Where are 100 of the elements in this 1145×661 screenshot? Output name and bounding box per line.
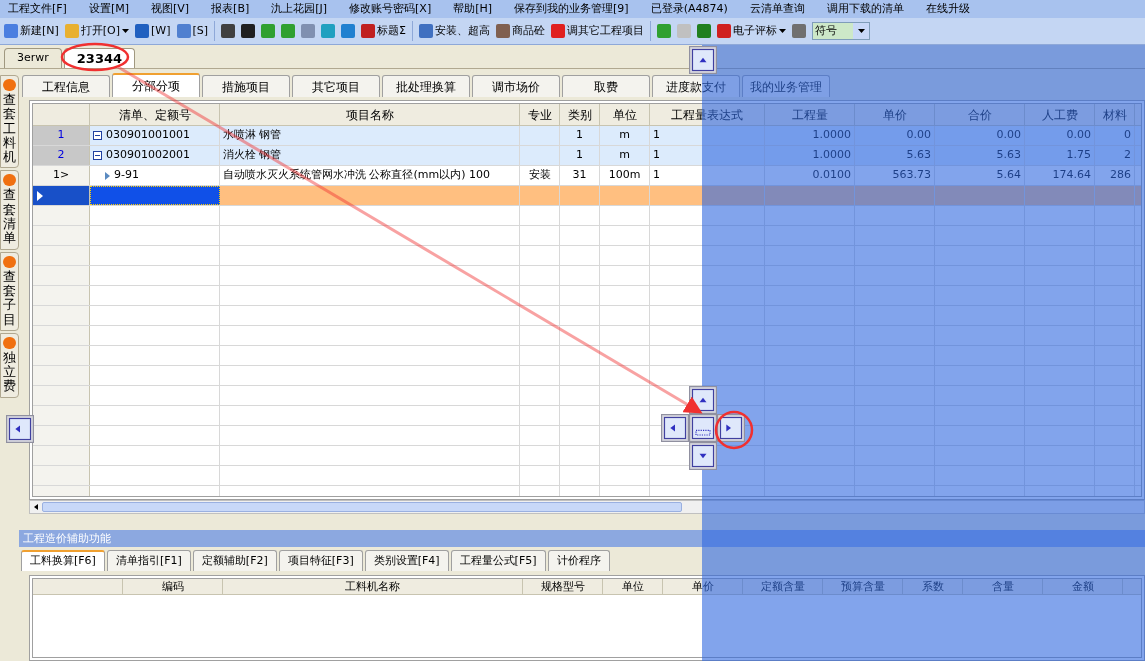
tab[interactable]: 类别设置[F4] bbox=[364, 550, 449, 571]
table-cell: m bbox=[600, 146, 650, 165]
column-header[interactable]: 材料 bbox=[1095, 104, 1135, 125]
dock-bottom-button[interactable] bbox=[689, 442, 717, 470]
tab[interactable]: 我的业务管理 bbox=[742, 75, 830, 97]
toolbar-button[interactable]: [W] bbox=[135, 22, 171, 40]
table-cell: 消火栓 钢管 bbox=[220, 146, 520, 165]
collapse-icon[interactable] bbox=[93, 131, 102, 140]
column-header[interactable]: 系数 bbox=[903, 579, 963, 594]
menu-item[interactable]: 帮助[H] bbox=[453, 0, 493, 18]
column-header[interactable]: 定额含量 bbox=[743, 579, 823, 594]
dock-center-button[interactable] bbox=[689, 414, 717, 442]
selected-cell[interactable] bbox=[90, 186, 220, 205]
document-tab[interactable]: 3erwr bbox=[4, 48, 62, 68]
panel-title: 工程造价辅助功能 bbox=[19, 530, 1145, 547]
table-cell: 自动喷水灭火系统管网水冲洗 公称直径(mm以内) 100 bbox=[220, 166, 520, 185]
triangle-icon[interactable] bbox=[105, 171, 110, 180]
column-header[interactable]: 编码 bbox=[123, 579, 223, 594]
column-header[interactable]: 工程量表达式 bbox=[650, 104, 765, 125]
annotation-circle bbox=[714, 410, 754, 450]
dock-right-button[interactable] bbox=[717, 414, 745, 442]
side-tab[interactable]: 独立费 bbox=[0, 332, 19, 398]
column-header[interactable]: 专业 bbox=[520, 104, 560, 125]
tab[interactable]: 措施项目 bbox=[202, 75, 290, 97]
scroll-thumb[interactable] bbox=[42, 502, 682, 512]
column-header[interactable]: 金额 bbox=[1043, 579, 1123, 594]
tab[interactable]: 清单指引[F1] bbox=[106, 550, 191, 571]
side-tab[interactable]: 查套清单 bbox=[0, 170, 19, 250]
tab[interactable]: 取费 bbox=[562, 75, 650, 97]
toolbar-dropdown[interactable]: 电子评标 bbox=[717, 22, 787, 40]
tab[interactable]: 调市场价 bbox=[472, 75, 560, 97]
table-cell: 31 bbox=[560, 166, 600, 185]
menu-item[interactable]: 修改账号密码[X] bbox=[349, 0, 432, 18]
toolbar-button[interactable]: [S] bbox=[176, 22, 209, 40]
menu-item[interactable]: 调用下载的清单 bbox=[826, 0, 904, 18]
menu-item[interactable]: 报表[B] bbox=[211, 0, 250, 18]
row-marker[interactable] bbox=[33, 186, 90, 205]
tab[interactable]: 项目特征[F3] bbox=[278, 550, 363, 571]
table-cell: 水喷淋 钢管 bbox=[220, 126, 520, 145]
caret-icon bbox=[779, 29, 787, 33]
row-number[interactable]: 2 bbox=[33, 146, 90, 165]
column-header[interactable]: 单价 bbox=[663, 579, 743, 594]
table-cell: 2 bbox=[1095, 146, 1135, 165]
tab[interactable]: 工料换算[F6] bbox=[21, 550, 105, 571]
menu-item[interactable]: 工程文件[F] bbox=[8, 0, 67, 18]
column-header[interactable]: 规格型号 bbox=[523, 579, 603, 594]
column-header[interactable]: 单位 bbox=[603, 579, 663, 594]
column-header[interactable]: 清单、定额号 bbox=[90, 104, 220, 125]
tab[interactable]: 计价程序 bbox=[547, 550, 610, 571]
tab[interactable]: 工程信息 bbox=[22, 75, 110, 97]
column-header[interactable]: 单价 bbox=[855, 104, 935, 125]
dock-left-button[interactable] bbox=[6, 415, 34, 443]
table-cell: 5.63 bbox=[935, 146, 1025, 165]
tab[interactable]: 其它项目 bbox=[292, 75, 380, 97]
column-header[interactable]: 工程量 bbox=[765, 104, 855, 125]
menu-item[interactable]: 氿上花园[J] bbox=[271, 0, 328, 18]
menu-item[interactable]: 保存到我的业务管理[9] bbox=[514, 0, 629, 18]
tab[interactable]: 批处理换算 bbox=[382, 75, 470, 97]
tab[interactable]: 进度款支付 bbox=[652, 75, 740, 97]
column-header[interactable]: 人工费 bbox=[1025, 104, 1095, 125]
tab[interactable]: 分部分项 bbox=[112, 73, 200, 97]
column-header[interactable]: 工料机名称 bbox=[223, 579, 523, 594]
toolbar-button[interactable]: 新建[N] bbox=[4, 22, 59, 40]
dock-top-button[interactable] bbox=[689, 386, 717, 414]
table-cell: m bbox=[600, 126, 650, 145]
column-header[interactable]: 类别 bbox=[560, 104, 600, 125]
toolbar-button[interactable]: 商品砼 bbox=[496, 22, 546, 40]
menu-item[interactable]: 视图[V] bbox=[151, 0, 190, 18]
column-header[interactable]: 预算含量 bbox=[823, 579, 903, 594]
toolbar-button[interactable]: 标题Σ bbox=[361, 22, 407, 40]
row-number[interactable]: 1> bbox=[33, 166, 90, 185]
row-number[interactable]: 1 bbox=[33, 126, 90, 145]
column-header[interactable]: 单位 bbox=[600, 104, 650, 125]
table-cell: 1.0000 bbox=[765, 146, 855, 165]
table-cell: 9-91 bbox=[90, 166, 220, 185]
table-cell: 563.73 bbox=[855, 166, 935, 185]
column-header[interactable]: 合价 bbox=[935, 104, 1025, 125]
toolbar-button[interactable]: 安装、超高 bbox=[419, 22, 491, 40]
tab[interactable]: 工程量公式[F5] bbox=[450, 550, 546, 571]
table-cell: 1 bbox=[650, 166, 765, 185]
table-cell: 5.64 bbox=[935, 166, 1025, 185]
column-header[interactable]: 项目名称 bbox=[220, 104, 520, 125]
horizontal-scrollbar[interactable] bbox=[29, 500, 1145, 514]
column-header[interactable]: 含量 bbox=[963, 579, 1043, 594]
toolbar-button[interactable]: 调其它工程项目 bbox=[551, 22, 645, 40]
collapse-icon[interactable] bbox=[93, 151, 102, 160]
menu-item[interactable]: 在线升级 bbox=[925, 0, 970, 18]
symbol-dropdown[interactable]: 符号 bbox=[812, 22, 871, 40]
side-tab[interactable]: 查套子目 bbox=[0, 251, 19, 331]
menu-item[interactable]: 设置[M] bbox=[88, 0, 129, 18]
toolbar-dropdown[interactable]: 打开[O] bbox=[64, 22, 130, 40]
caret-icon bbox=[122, 29, 130, 33]
dock-top-button[interactable] bbox=[689, 46, 717, 74]
table-cell: 0.00 bbox=[855, 126, 935, 145]
menu-item[interactable]: 云清单查询 bbox=[749, 0, 805, 18]
side-tab[interactable]: 查套工料机 bbox=[0, 75, 19, 169]
table-cell: 0.00 bbox=[1025, 126, 1095, 145]
menu-item[interactable]: 已登录(A4874) bbox=[650, 0, 728, 18]
tab[interactable]: 定额辅助[F2] bbox=[192, 550, 277, 571]
dock-left-button[interactable] bbox=[661, 414, 689, 442]
